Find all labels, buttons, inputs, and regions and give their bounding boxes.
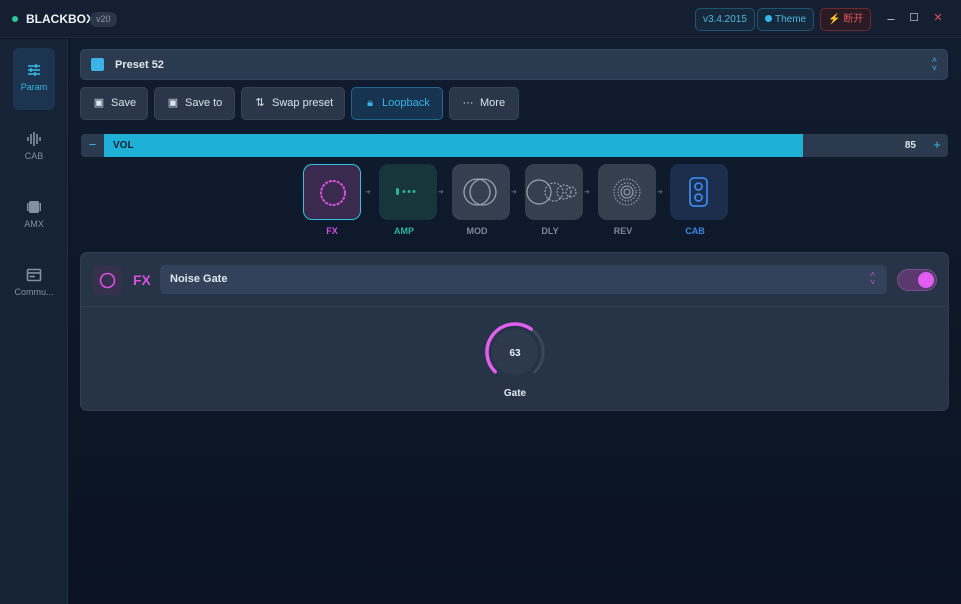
speaker-cabinet-icon (689, 177, 708, 207)
version-button[interactable]: v3.4.2015 (695, 8, 755, 31)
toggle-knob (918, 272, 934, 288)
sidebar: Param CAB AMX Commu... (0, 39, 68, 604)
amp-dots-icon (396, 188, 416, 195)
save-button[interactable]: ▣ Save (80, 87, 148, 120)
chain-block-amp[interactable] (379, 164, 437, 220)
chain-label-mod: MOD (466, 226, 488, 236)
volume-decrease-button[interactable]: − (81, 134, 104, 157)
save-icon: ▣ (93, 97, 105, 109)
sidebar-item-label: Commu... (14, 287, 54, 297)
chain-label-cab: CAB (685, 226, 705, 236)
sidebar-item-label: Param (20, 82, 48, 92)
swap-label: Swap preset (272, 97, 334, 109)
more-icon: ··· (462, 97, 474, 109)
fx-gear-icon (320, 180, 346, 206)
chain-label-dly: DLY (541, 226, 559, 236)
chain-label-fx: FX (326, 226, 338, 236)
chain-block-rev[interactable] (598, 164, 656, 220)
knob-label: Gate (503, 388, 527, 399)
version-badge: v20 (90, 12, 117, 27)
effect-panel: FX Noise Gate ˄ ˅ 63 Gate (80, 252, 949, 411)
save-to-label: Save to (185, 97, 223, 109)
volume-value: 85 (904, 140, 916, 151)
chain-block-fx[interactable] (303, 164, 361, 220)
volume-slider[interactable]: − VOL 85 + (81, 134, 948, 157)
main-content: Preset 52 ˄ ˅ ▣ Save ▣ Save to ⇅ Swap preset… (69, 39, 961, 604)
effect-model-select[interactable]: Noise Gate ˄ ˅ (160, 265, 887, 294)
sidebar-item-label: CAB (24, 151, 44, 161)
swap-icon: ⇅ (255, 97, 265, 109)
chain-label-rev: REV (613, 226, 633, 236)
effect-model-name: Noise Gate (170, 273, 228, 285)
chain-arrow-icon: ➔ (657, 189, 663, 196)
amp-icon (27, 201, 41, 213)
status-dot (12, 16, 18, 22)
lock-icon: 🔒︎ (367, 97, 373, 109)
swap-preset-button[interactable]: ⇅ Swap preset (241, 87, 345, 120)
chain-block-cab[interactable] (670, 164, 728, 220)
preset-icon (91, 58, 104, 71)
preset-select[interactable]: Preset 52 ˄ ˅ (80, 49, 948, 80)
sliders-icon (28, 64, 40, 76)
chain-block-mod[interactable] (452, 164, 510, 220)
delay-echo-icon (526, 179, 577, 205)
sidebar-item-param[interactable]: Param (13, 48, 55, 110)
loopback-button[interactable]: 🔒︎ Loopback (351, 87, 443, 120)
more-button[interactable]: ··· More (449, 87, 519, 120)
volume-fill (104, 134, 803, 157)
unplug-icon: ⚡ (828, 14, 841, 25)
effect-type-icon (93, 266, 122, 295)
chain-label-amp: AMP (394, 226, 414, 236)
effect-type-label: FX (133, 272, 151, 288)
volume-label: VOL (113, 140, 134, 151)
disconnect-label: 断开 (843, 14, 864, 25)
chain-arrow-icon: ➔ (584, 189, 590, 196)
maximize-button[interactable]: ☐ (907, 11, 921, 24)
title-bar: BLACKBOX v20 v3.4.2015 Theme ⚡ 断开 – ☐ ✕ (0, 0, 961, 38)
mod-circles-icon (463, 178, 497, 206)
loopback-label: Loopback (382, 97, 430, 109)
chevron-updown-icon: ˄ ˅ (870, 270, 875, 287)
sidebar-item-cab[interactable]: CAB (13, 117, 55, 179)
knob-value: 63 (509, 348, 521, 359)
waveform-icon (27, 132, 41, 146)
volume-increase-button[interactable]: + (926, 134, 948, 157)
theme-icon (765, 15, 772, 22)
app-title: BLACKBOX (26, 12, 94, 26)
chain-arrow-icon: ➔ (511, 189, 517, 196)
theme-button[interactable]: Theme (757, 8, 815, 31)
layout-icon (26, 268, 42, 282)
reverb-rings-icon (613, 178, 641, 206)
chain-arrow-icon: ➔ (365, 189, 371, 196)
save-label: Save (111, 97, 137, 109)
chain-arrow-icon: ➔ (438, 189, 444, 196)
sidebar-item-amx[interactable]: AMX (13, 185, 55, 247)
save-to-button[interactable]: ▣ Save to (154, 87, 235, 120)
effect-enable-toggle[interactable] (897, 269, 937, 291)
gate-knob[interactable]: 63 (484, 321, 546, 383)
chain-block-dly[interactable] (525, 164, 583, 220)
sidebar-item-community[interactable]: Commu... (6, 253, 62, 315)
close-button[interactable]: ✕ (931, 11, 945, 24)
chevron-updown-icon: ˄ ˅ (931, 55, 937, 73)
minimize-button[interactable]: – (884, 11, 898, 26)
sidebar-item-label: AMX (24, 219, 44, 229)
preset-name: Preset 52 (115, 59, 164, 71)
theme-label: Theme (775, 14, 807, 25)
disconnect-button[interactable]: ⚡ 断开 (820, 8, 872, 31)
panel-divider (81, 306, 948, 307)
save-to-icon: ▣ (167, 97, 179, 109)
more-label: More (480, 97, 506, 109)
